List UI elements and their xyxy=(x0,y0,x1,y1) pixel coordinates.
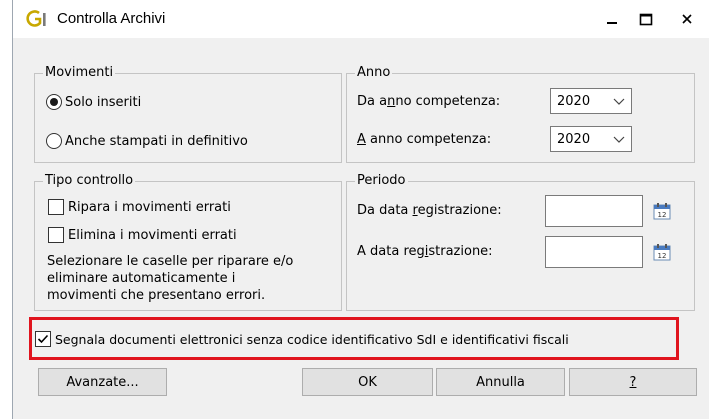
checkmark-icon xyxy=(37,334,49,344)
tipo-controllo-group: Tipo controllo Ripara i movimenti errati… xyxy=(34,173,342,311)
controlla-archivi-window: Controlla Archivi Movimenti Solo inserit… xyxy=(12,0,709,419)
help-line: eliminare automaticamente i xyxy=(47,271,236,286)
radio-button[interactable] xyxy=(46,133,62,149)
maximize-icon[interactable] xyxy=(635,8,657,30)
a-anno-label: A anno competenza: xyxy=(357,132,492,147)
avanzate-button[interactable]: Avanzate... xyxy=(38,368,167,396)
checkbox-elimina-label: Elimina i movimenti errati xyxy=(68,227,237,243)
radio-label: Anche stampati in definitivo xyxy=(65,133,248,149)
title-bar: Controlla Archivi xyxy=(13,0,709,38)
da-anno-select[interactable]: 2020 xyxy=(550,88,632,114)
a-data-label: A data registrazione: xyxy=(357,244,493,259)
checkbox-segnala[interactable]: Segnala documenti elettronici senza codi… xyxy=(35,331,569,347)
a-anno-select[interactable]: 2020 xyxy=(550,126,632,152)
calendar-icon[interactable]: 12 xyxy=(653,202,671,220)
svg-text:12: 12 xyxy=(658,252,667,260)
da-data-input[interactable] xyxy=(545,195,643,227)
calendar-icon[interactable]: 12 xyxy=(653,243,671,261)
da-anno-value: 2020 xyxy=(557,93,591,109)
ok-button[interactable]: OK xyxy=(302,368,433,396)
help-line: Selezionare le caselle per riparare e/o xyxy=(47,254,294,269)
close-icon[interactable] xyxy=(676,8,698,30)
movimenti-legend: Movimenti xyxy=(43,65,116,81)
minimize-icon[interactable] xyxy=(601,8,623,30)
periodo-legend: Periodo xyxy=(355,173,408,189)
radio-selected-dot xyxy=(50,98,58,106)
da-data-label: Da data registrazione: xyxy=(357,203,502,218)
tipo-controllo-legend: Tipo controllo xyxy=(43,173,136,189)
da-anno-label: Da anno competenza: xyxy=(357,94,501,109)
a-data-input[interactable] xyxy=(545,236,643,268)
checkbox-box[interactable] xyxy=(35,331,51,347)
radio-solo-inseriti[interactable]: Solo inseriti xyxy=(46,94,141,110)
chevron-down-icon xyxy=(613,136,625,143)
checkbox-box[interactable] xyxy=(48,199,64,215)
help-button-label: ? xyxy=(629,374,637,390)
anno-group: Anno Da anno competenza: 2020 A anno com… xyxy=(346,65,695,163)
help-button[interactable]: ? xyxy=(569,368,697,396)
app-logo-icon xyxy=(26,9,50,29)
help-text: Selezionare le caselle per riparare e/o … xyxy=(47,253,317,304)
checkbox-elimina[interactable]: Elimina i movimenti errati xyxy=(48,227,237,243)
help-line: movimenti che presentano errori. xyxy=(47,288,266,303)
checkbox-ripara[interactable]: Ripara i movimenti errati xyxy=(48,199,231,215)
svg-text:12: 12 xyxy=(658,211,667,219)
radio-button[interactable] xyxy=(46,94,62,110)
a-anno-value: 2020 xyxy=(557,131,591,147)
movimenti-group: Movimenti Solo inseriti Anche stampati i… xyxy=(34,65,342,163)
window-title: Controlla Archivi xyxy=(57,10,166,27)
radio-label: Solo inseriti xyxy=(65,94,142,110)
checkbox-box[interactable] xyxy=(48,227,64,243)
radio-anche-stampati[interactable]: Anche stampati in definitivo xyxy=(46,133,248,149)
checkbox-ripara-label: Ripara i movimenti errati xyxy=(68,199,231,215)
anno-legend: Anno xyxy=(355,65,393,81)
periodo-group: Periodo Da data registrazione: 12 A data… xyxy=(346,173,695,311)
annulla-button[interactable]: Annulla xyxy=(436,368,565,396)
chevron-down-icon xyxy=(613,98,625,105)
checkbox-segnala-label: Segnala documenti elettronici senza codi… xyxy=(55,331,569,347)
